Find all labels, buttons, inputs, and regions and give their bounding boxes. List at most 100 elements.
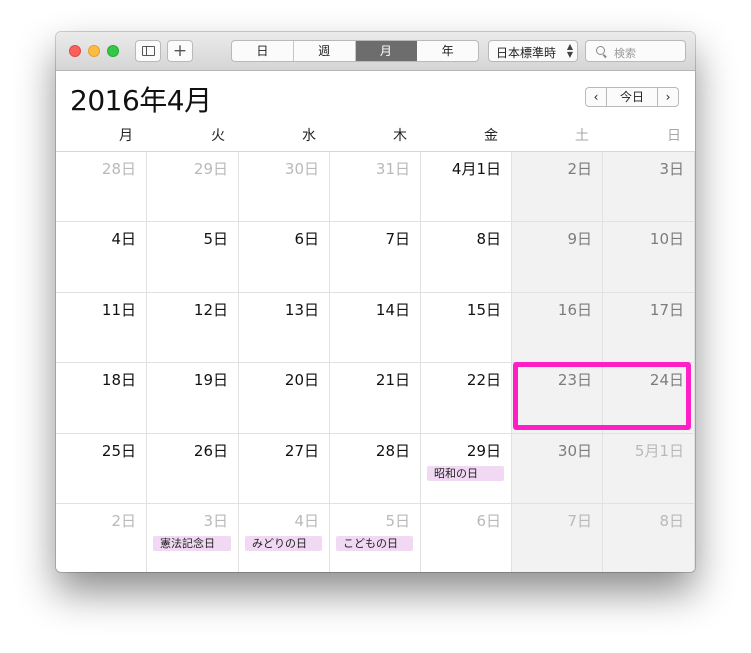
day-number: 2日 — [111, 512, 136, 530]
day-cell[interactable]: 16日 — [512, 293, 603, 363]
day-cell[interactable]: 15日 — [421, 293, 512, 363]
view-switcher: 日週月年 — [231, 40, 479, 62]
day-cell[interactable]: 18日 — [56, 363, 147, 434]
weekday-label: 土 — [575, 128, 589, 144]
day-cell[interactable]: 29日 — [147, 152, 239, 222]
view-tab-year[interactable]: 年 — [417, 41, 478, 61]
day-cell[interactable]: 28日 — [56, 152, 147, 222]
next-month-button[interactable]: › — [657, 87, 679, 107]
view-tab-month[interactable]: 月 — [355, 41, 418, 61]
day-number: 2日 — [567, 160, 592, 178]
day-cell[interactable]: 7日 — [330, 222, 421, 293]
day-cell[interactable]: 4月1日 — [421, 152, 512, 222]
toolbar: + 日週月年 日本標準時 ▲ ▼ 検索 — [56, 32, 695, 71]
day-number: 10日 — [649, 230, 684, 248]
day-cell[interactable]: 5日こどもの日 — [330, 504, 421, 572]
month-title: 2016年4月 — [70, 84, 212, 117]
day-number: 19日 — [193, 371, 228, 389]
day-number: 28日 — [375, 442, 410, 460]
day-number: 18日 — [101, 371, 136, 389]
search-field[interactable]: 検索 — [585, 40, 686, 62]
day-cell[interactable]: 4日みどりの日 — [239, 504, 330, 572]
day-number: 4日 — [111, 230, 136, 248]
day-number: 4日 — [294, 512, 319, 530]
day-cell[interactable]: 17日 — [603, 293, 695, 363]
day-number: 8日 — [659, 512, 684, 530]
day-number: 7日 — [567, 512, 592, 530]
day-cell[interactable]: 25日 — [56, 434, 147, 504]
view-tab-week[interactable]: 週 — [294, 41, 356, 61]
weekday-label: 木 — [393, 128, 407, 144]
day-cell[interactable]: 3日憲法記念日 — [147, 504, 239, 572]
search-placeholder: 検索 — [614, 47, 636, 60]
day-cell[interactable]: 22日 — [421, 363, 512, 434]
calendar-header: 2016年4月 ‹ 今日 › 月 火 水 木 金 土 日 — [56, 71, 695, 151]
day-number: 13日 — [284, 301, 319, 319]
timezone-select[interactable]: 日本標準時 ▲ ▼ — [488, 40, 578, 62]
day-cell[interactable]: 5日 — [147, 222, 239, 293]
day-number: 29日 — [193, 160, 228, 178]
day-cell[interactable]: 5月1日 — [603, 434, 695, 504]
day-cell[interactable]: 9日 — [512, 222, 603, 293]
calendar-event[interactable]: こどもの日 — [336, 536, 413, 551]
today-button[interactable]: 今日 — [606, 87, 658, 107]
day-cell[interactable]: 14日 — [330, 293, 421, 363]
close-button[interactable] — [69, 45, 81, 57]
highlight-annotation — [513, 362, 691, 430]
weekday-label: 金 — [484, 128, 498, 144]
day-cell[interactable]: 26日 — [147, 434, 239, 504]
day-cell[interactable]: 6日 — [421, 504, 512, 572]
day-cell[interactable]: 20日 — [239, 363, 330, 434]
day-cell[interactable]: 10日 — [603, 222, 695, 293]
day-cell[interactable]: 2日 — [512, 152, 603, 222]
weekday-label: 日 — [667, 128, 681, 144]
timezone-label: 日本標準時 — [496, 46, 557, 60]
day-cell[interactable]: 11日 — [56, 293, 147, 363]
search-icon — [596, 46, 605, 55]
day-cell[interactable]: 12日 — [147, 293, 239, 363]
day-cell[interactable]: 27日 — [239, 434, 330, 504]
day-number: 16日 — [557, 301, 592, 319]
day-number: 21日 — [375, 371, 410, 389]
weekday-label: 火 — [211, 128, 225, 144]
day-number: 4月1日 — [451, 160, 501, 178]
day-cell[interactable]: 13日 — [239, 293, 330, 363]
calendar-event[interactable]: 昭和の日 — [427, 466, 504, 481]
day-number: 20日 — [284, 371, 319, 389]
day-number: 30日 — [284, 160, 319, 178]
calendar-event[interactable]: みどりの日 — [245, 536, 322, 551]
day-number: 22日 — [466, 371, 501, 389]
day-cell[interactable]: 19日 — [147, 363, 239, 434]
day-cell[interactable]: 4日 — [56, 222, 147, 293]
day-number: 5日 — [385, 512, 410, 530]
day-cell[interactable]: 2日 — [56, 504, 147, 572]
day-number: 5日 — [203, 230, 228, 248]
day-number: 6日 — [476, 512, 501, 530]
day-number: 15日 — [466, 301, 501, 319]
day-number: 3日 — [203, 512, 228, 530]
sidebar-toggle-button[interactable] — [135, 40, 161, 62]
day-cell[interactable]: 3日 — [603, 152, 695, 222]
add-event-button[interactable]: + — [167, 40, 193, 62]
day-cell[interactable]: 31日 — [330, 152, 421, 222]
day-cell[interactable]: 30日 — [239, 152, 330, 222]
day-number: 27日 — [284, 442, 319, 460]
day-cell[interactable]: 7日 — [512, 504, 603, 572]
minimize-button[interactable] — [88, 45, 100, 57]
day-number: 29日 — [466, 442, 501, 460]
day-cell[interactable]: 8日 — [603, 504, 695, 572]
day-cell[interactable]: 6日 — [239, 222, 330, 293]
day-cell[interactable]: 29日昭和の日 — [421, 434, 512, 504]
calendar-event[interactable]: 憲法記念日 — [153, 536, 231, 551]
day-number: 11日 — [101, 301, 136, 319]
day-cell[interactable]: 28日 — [330, 434, 421, 504]
view-tab-day[interactable]: 日 — [232, 41, 294, 61]
day-number: 3日 — [659, 160, 684, 178]
day-cell[interactable]: 8日 — [421, 222, 512, 293]
day-number: 8日 — [476, 230, 501, 248]
day-cell[interactable]: 30日 — [512, 434, 603, 504]
zoom-button[interactable] — [107, 45, 119, 57]
day-number: 26日 — [193, 442, 228, 460]
day-cell[interactable]: 21日 — [330, 363, 421, 434]
previous-month-button[interactable]: ‹ — [585, 87, 607, 107]
